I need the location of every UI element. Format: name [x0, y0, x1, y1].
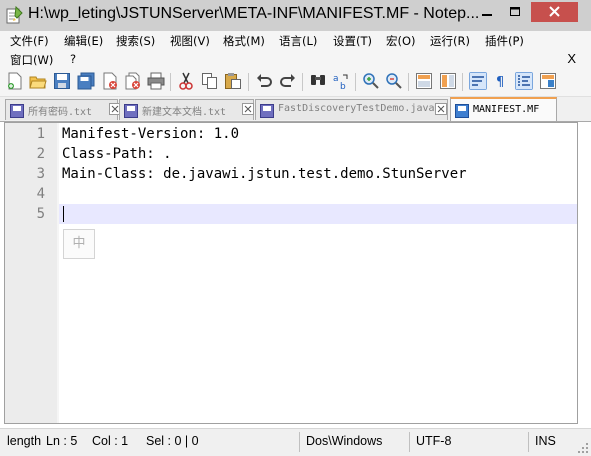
notepad-plus-icon	[6, 6, 23, 24]
paste-icon[interactable]	[224, 72, 242, 90]
tab-bar: 所有密码.txt 新建文本文档.txt FastDiscoveryTestDem…	[0, 97, 591, 122]
menu-language[interactable]: 语言(L)	[279, 33, 317, 49]
tab-label: 新建文本文档.txt	[142, 107, 227, 118]
print-icon[interactable]	[147, 72, 165, 90]
word-wrap-icon[interactable]	[469, 72, 487, 90]
minimize-icon	[482, 14, 492, 16]
title-bar[interactable]: H:\wp_leting\JSTUNServer\META-INF\MANIFE…	[0, 0, 591, 31]
menu-window[interactable]: 窗口(W)	[10, 52, 53, 68]
tab-label: 所有密码.txt	[28, 107, 93, 118]
window-title: H:\wp_leting\JSTUNServer\META-INF\MANIFE…	[28, 5, 480, 22]
resize-grip-icon[interactable]	[577, 442, 589, 454]
tab-manifest[interactable]: MANIFEST.MF	[450, 97, 557, 121]
save-icon[interactable]	[53, 72, 71, 90]
unsaved-file-icon	[10, 104, 24, 118]
close-all-icon[interactable]	[124, 72, 142, 90]
status-selection: Sel : 0 | 0	[146, 434, 199, 448]
line-number: 3	[36, 166, 45, 182]
show-all-characters-icon[interactable]: ¶	[492, 72, 510, 90]
toolbar-separator	[302, 73, 303, 91]
menu-run[interactable]: 运行(R)	[430, 33, 470, 49]
status-column: Col : 1	[92, 434, 129, 448]
menu-edit[interactable]: 编辑(E)	[64, 33, 103, 49]
zoom-in-icon[interactable]	[362, 72, 380, 90]
ime-indicator: 中	[63, 229, 95, 259]
maximize-button[interactable]	[502, 2, 528, 22]
replace-icon[interactable]: ab	[332, 72, 350, 90]
minimize-button[interactable]	[474, 2, 500, 22]
tab-close-icon[interactable]	[435, 103, 447, 115]
toolbar-separator	[248, 73, 249, 91]
menu-file[interactable]: 文件(F)	[10, 33, 49, 49]
current-line-highlight	[59, 204, 577, 224]
cut-icon[interactable]	[177, 72, 195, 90]
status-bar: length Ln : 5 Col : 1 Sel : 0 | 0 Dos\Wi…	[0, 428, 591, 456]
svg-text:a: a	[333, 74, 339, 84]
text-caret	[63, 206, 64, 222]
status-separator	[409, 432, 410, 452]
menu-format[interactable]: 格式(M)	[223, 33, 265, 49]
line-number: 4	[36, 186, 45, 202]
line-number-gutter: 1 2 3 4 5	[5, 123, 57, 423]
status-line: Ln : 5	[46, 434, 78, 448]
menu-search[interactable]: 搜索(S)	[116, 33, 155, 49]
menu-view[interactable]: 视图(V)	[170, 33, 210, 49]
close-file-icon[interactable]	[101, 72, 119, 90]
toolbar-separator	[408, 73, 409, 91]
status-separator	[299, 432, 300, 452]
menu-bar: 文件(F) 编辑(E) 搜索(S) 视图(V) 格式(M) 语言(L) 设置(T…	[0, 31, 591, 69]
status-insert-mode: INS	[535, 434, 556, 448]
sync-horizontal-icon[interactable]	[439, 72, 457, 90]
tab-passwords[interactable]: 所有密码.txt	[5, 99, 121, 120]
svg-text:b: b	[340, 82, 346, 90]
document-map-icon[interactable]	[539, 72, 557, 90]
toolbar-separator	[462, 73, 463, 91]
menu-plugins[interactable]: 插件(P)	[485, 33, 524, 49]
tab-label: FastDiscoveryTestDemo.java	[278, 103, 435, 114]
zoom-out-icon[interactable]	[385, 72, 403, 90]
line-number: 5	[36, 206, 45, 222]
tab-close-icon[interactable]	[242, 103, 254, 115]
editor-pane[interactable]: 1 2 3 4 5 Manifest-Version: 1.0 Class-Pa…	[4, 122, 578, 424]
line-number: 1	[36, 126, 45, 142]
unsaved-file-icon	[260, 104, 274, 118]
status-separator	[528, 432, 529, 452]
close-button[interactable]	[531, 2, 578, 22]
menu-macro[interactable]: 宏(O)	[386, 33, 416, 49]
status-eol: Dos\Windows	[306, 434, 383, 448]
status-encoding: UTF-8	[416, 434, 452, 448]
saved-file-icon	[455, 104, 469, 118]
save-all-icon[interactable]	[77, 72, 95, 90]
tab-new-text-document[interactable]: 新建文本文档.txt	[119, 99, 254, 120]
redo-icon[interactable]	[279, 72, 297, 90]
menu-help[interactable]: ?	[70, 52, 76, 66]
code-line[interactable]: Manifest-Version: 1.0	[62, 124, 239, 144]
find-icon[interactable]	[309, 72, 327, 90]
fold-margin	[57, 123, 59, 423]
maximize-icon	[510, 7, 520, 16]
copy-icon[interactable]	[201, 72, 219, 90]
code-line[interactable]: Main-Class: de.javawi.jstun.test.demo.St…	[62, 164, 467, 184]
toolbar-separator	[170, 73, 171, 91]
close-icon	[549, 6, 560, 17]
open-file-icon[interactable]	[29, 72, 47, 90]
indent-guide-icon[interactable]	[515, 72, 533, 90]
tab-fastdiscovery[interactable]: FastDiscoveryTestDemo.java	[255, 99, 448, 120]
toolbar-separator	[355, 73, 356, 91]
toolbar: ab ¶	[0, 69, 591, 97]
svg-text:¶: ¶	[496, 75, 504, 90]
status-length: length	[7, 434, 42, 448]
sync-vertical-icon[interactable]	[415, 72, 433, 90]
tab-label: MANIFEST.MF	[473, 104, 540, 115]
new-file-icon[interactable]	[6, 72, 24, 90]
line-number: 2	[36, 146, 45, 162]
unsaved-file-icon	[124, 104, 138, 118]
undo-icon[interactable]	[255, 72, 273, 90]
code-line[interactable]: Class-Path: .	[62, 144, 172, 164]
menu-settings[interactable]: 设置(T)	[333, 33, 372, 49]
close-document-button[interactable]: X	[567, 51, 576, 66]
